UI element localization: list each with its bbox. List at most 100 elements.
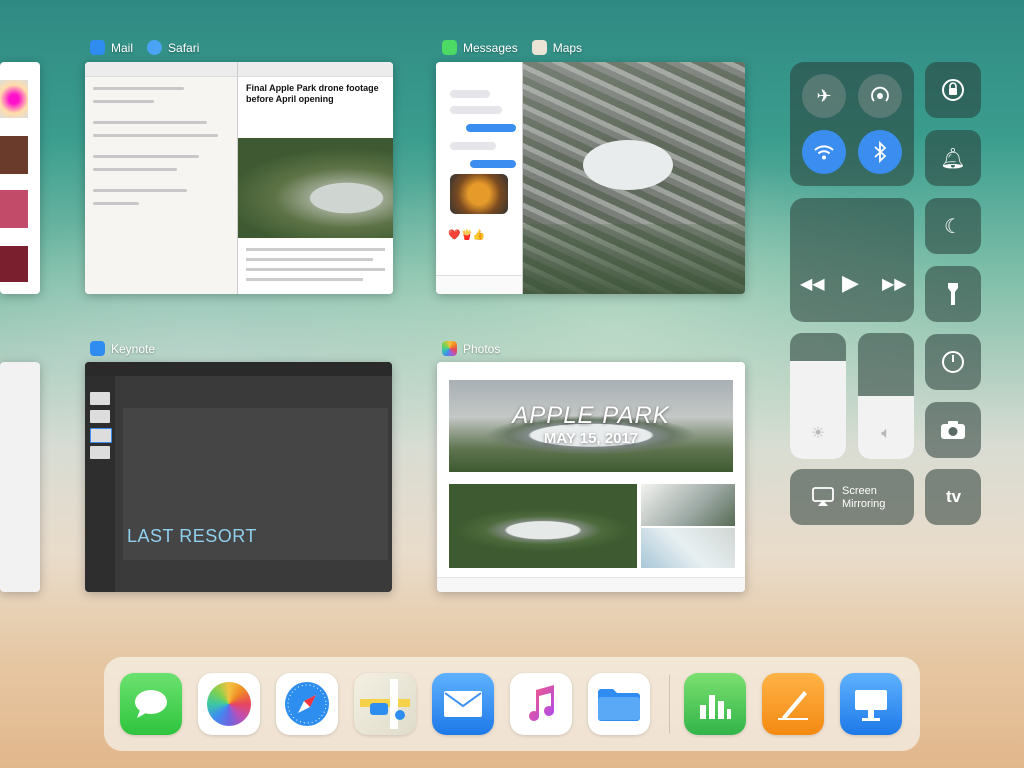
brightness-fill: [790, 360, 846, 459]
now-playing-module: ◀◀ ▶ ▶▶: [790, 198, 914, 322]
messages-maps-card[interactable]: ❤️🍟👍: [436, 62, 745, 294]
photos-icon: [442, 341, 457, 356]
music-note-icon: [529, 685, 554, 721]
bluetooth-icon: [874, 141, 887, 163]
do-not-disturb-button[interactable]: ☾: [925, 198, 981, 254]
dock-app-messages[interactable]: [120, 673, 182, 735]
screen-mirroring-button[interactable]: Screen Mirroring: [790, 469, 914, 525]
thumbnail: [0, 80, 28, 118]
emoji-row: ❤️🍟👍: [448, 230, 486, 241]
speaker-icon: 🔈︎: [881, 425, 891, 442]
volume-slider[interactable]: 🔈︎: [858, 333, 914, 459]
slide-text: LAST RESORT: [127, 526, 257, 546]
podium-icon: [855, 690, 887, 721]
dock-app-keynote[interactable]: [840, 673, 902, 735]
slide-navigator: [85, 376, 115, 592]
apple-tv-remote-button[interactable]: tv: [925, 469, 981, 525]
bluetooth-toggle[interactable]: [858, 130, 902, 174]
messages-icon: [442, 40, 457, 55]
camera-button[interactable]: [925, 402, 981, 458]
mail-icon: [444, 691, 482, 717]
screen-mirroring-icon: [812, 487, 834, 506]
connectivity-module: ✈: [790, 62, 914, 186]
photo-thumbnail: [641, 528, 735, 568]
photo-date: MAY 15, 2017: [543, 430, 639, 447]
dock-app-pages[interactable]: [762, 673, 824, 735]
article-image: [238, 138, 393, 238]
flashlight-button[interactable]: [925, 266, 981, 322]
forward-icon: ▶▶: [882, 276, 907, 293]
maps-icon: [360, 679, 410, 729]
keynote-label-row: Keynote: [90, 341, 155, 356]
forward-button[interactable]: ▶▶: [882, 274, 907, 294]
photo-thumbnail: [641, 484, 735, 526]
featured-photo: APPLE PARK MAY 15, 2017: [449, 380, 733, 472]
dock-app-numbers[interactable]: [684, 673, 746, 735]
keynote-icon: [90, 341, 105, 356]
photos-label: Photos: [463, 341, 501, 356]
messages-label: Messages: [463, 40, 518, 55]
safari-label: Safari: [168, 40, 200, 55]
sun-icon: ☀: [810, 425, 826, 442]
dock-app-files[interactable]: [588, 673, 650, 735]
rewind-button[interactable]: ◀◀: [800, 274, 825, 294]
maps-label: Maps: [552, 40, 583, 55]
airplane-icon: ✈: [816, 85, 832, 106]
safari-pane: Final Apple Park drone footage before Ap…: [238, 62, 393, 294]
airdrop-toggle[interactable]: [858, 74, 902, 118]
keynote-toolbar: [85, 362, 392, 376]
thumbnail: [0, 246, 28, 282]
photo-thumbnail: [449, 484, 637, 568]
photo-title: APPLE PARK: [512, 402, 670, 429]
dock-separator: [669, 675, 670, 733]
photos-card[interactable]: APPLE PARK MAY 15, 2017: [437, 362, 745, 592]
photos-label-row: Photos: [442, 341, 500, 356]
safari-icon: [285, 682, 329, 726]
wifi-icon: [814, 145, 834, 160]
partial-app-card-top[interactable]: [0, 62, 40, 294]
mail-icon: [90, 40, 105, 55]
play-icon: ▶: [842, 270, 859, 295]
safari-icon: [147, 40, 163, 55]
numbers-chart-icon: [700, 695, 731, 719]
camera-icon: [941, 421, 965, 439]
rotation-lock-button[interactable]: [925, 62, 981, 118]
dock-app-maps[interactable]: [354, 673, 416, 735]
rewind-icon: ◀◀: [800, 276, 825, 293]
mail-safari-card[interactable]: Final Apple Park drone footage before Ap…: [85, 62, 393, 294]
message-photo: [450, 174, 508, 214]
apple-tv-label: tv: [945, 487, 962, 506]
dock-app-safari[interactable]: [276, 673, 338, 735]
airdrop-icon: [871, 86, 889, 102]
maps-icon: [531, 40, 547, 55]
photos-icon: [207, 682, 251, 726]
pen-icon: [778, 691, 808, 720]
moon-icon: ☾: [944, 215, 962, 238]
airplane-mode-toggle[interactable]: ✈: [802, 74, 846, 118]
mute-button[interactable]: 🔔︎: [925, 130, 981, 186]
thumbnail: [0, 190, 28, 228]
bell-icon: 🔔︎: [940, 147, 966, 170]
messages-pane: ❤️🍟👍: [436, 62, 523, 294]
dock-app-mail[interactable]: [432, 673, 494, 735]
timer-button[interactable]: [925, 334, 981, 390]
keynote-card[interactable]: LAST RESORT: [85, 362, 392, 592]
timer-icon: [942, 351, 964, 373]
dock: [104, 657, 920, 751]
folder-icon: [598, 689, 640, 721]
maps-pane: [523, 62, 745, 294]
rotation-lock-icon: [942, 79, 964, 101]
messages-icon: [135, 690, 167, 718]
dock-app-music[interactable]: [510, 673, 572, 735]
mail-safari-label: Mail Safari: [90, 40, 199, 55]
partial-app-card-bottom[interactable]: [0, 362, 40, 592]
dock-app-photos[interactable]: [198, 673, 260, 735]
mail-label: Mail: [111, 40, 134, 55]
screen-mirroring-label: Screen Mirroring: [842, 485, 886, 510]
wifi-toggle[interactable]: [802, 130, 846, 174]
brightness-slider[interactable]: ☀: [790, 333, 846, 459]
play-button[interactable]: ▶: [842, 270, 859, 296]
mail-pane: [85, 62, 238, 294]
thumbnail: [0, 136, 28, 174]
messages-maps-label: Messages Maps: [442, 40, 582, 55]
